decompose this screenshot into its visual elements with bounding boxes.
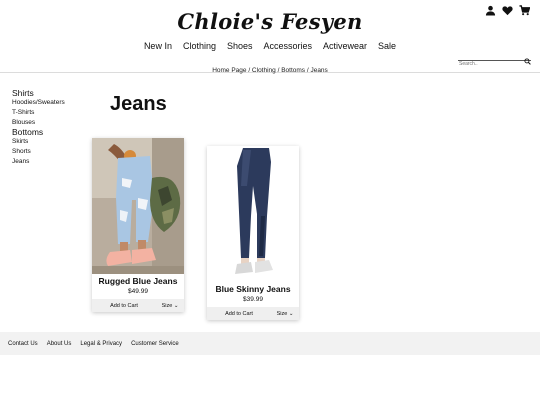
sidebar-item-shorts[interactable]: Shorts — [12, 147, 92, 157]
site-footer: Contact Us About Us Legal & Privacy Cust… — [0, 332, 540, 355]
breadcrumb[interactable]: Home Page / Clothing / Bottoms / Jeans — [0, 67, 540, 74]
footer-link-customer-service[interactable]: Customer Service — [131, 341, 179, 347]
size-select[interactable]: Size ⌄ — [271, 311, 299, 317]
nav-item-accessories[interactable]: Accessories — [264, 41, 313, 51]
product-actions: Add to Cart Size ⌄ — [92, 299, 184, 312]
main-nav: New In Clothing Shoes Accessories Active… — [0, 41, 540, 51]
search-bar — [458, 52, 531, 68]
nav-item-clothing[interactable]: Clothing — [183, 41, 216, 51]
footer-link-contact-us[interactable]: Contact Us — [8, 341, 38, 347]
product-price: $49.99 — [128, 288, 148, 295]
sidebar-category-bottoms[interactable]: Bottoms — [12, 127, 92, 137]
sidebar-item-hoodies-sweaters[interactable]: Hoodies/Sweaters — [12, 98, 92, 108]
site-header: Chloie's Fesyen New In Clothing Shoes Ac… — [0, 0, 540, 74]
sidebar-category-shirts[interactable]: Shirts — [12, 88, 92, 98]
search-icon[interactable] — [524, 52, 531, 65]
chevron-down-icon: ⌄ — [173, 302, 179, 309]
sidebar-item-t-shirts[interactable]: T-Shirts — [12, 108, 92, 118]
size-select[interactable]: Size ⌄ — [156, 303, 184, 309]
header-icons — [485, 5, 530, 16]
product-name[interactable]: Blue Skinny Jeans — [207, 284, 299, 294]
footer-link-about-us[interactable]: About Us — [47, 341, 72, 347]
sidebar-item-blouses[interactable]: Blouses — [12, 118, 92, 128]
product-name[interactable]: Rugged Blue Jeans — [92, 276, 184, 286]
page-title: Jeans — [110, 93, 167, 115]
size-label: Size — [161, 302, 173, 309]
product-image[interactable] — [207, 146, 299, 282]
category-sidebar: Shirts Hoodies/Sweaters T-Shirts Blouses… — [12, 88, 92, 167]
footer-link-legal-privacy[interactable]: Legal & Privacy — [80, 341, 122, 347]
nav-item-new-in[interactable]: New In — [144, 41, 172, 51]
product-card[interactable]: Rugged Blue Jeans $49.99 Add to Cart Siz… — [92, 138, 184, 312]
chevron-down-icon: ⌄ — [288, 310, 294, 317]
user-icon[interactable] — [485, 5, 496, 16]
heart-icon[interactable] — [502, 5, 513, 16]
nav-item-shoes[interactable]: Shoes — [227, 41, 253, 51]
product-actions: Add to Cart Size ⌄ — [207, 307, 299, 320]
nav-item-sale[interactable]: Sale — [378, 41, 396, 51]
add-to-cart-button[interactable]: Add to Cart — [207, 311, 271, 317]
size-label: Size — [276, 310, 288, 317]
product-price: $39.99 — [243, 296, 263, 303]
product-image[interactable] — [92, 138, 184, 274]
nav-item-activewear[interactable]: Activewear — [323, 41, 367, 51]
sidebar-item-skirts[interactable]: Skirts — [12, 137, 92, 147]
sidebar-item-jeans[interactable]: Jeans — [12, 157, 92, 167]
site-logo[interactable]: Chloie's Fesyen — [0, 9, 540, 34]
product-card[interactable]: Blue Skinny Jeans $39.99 Add to Cart Siz… — [207, 146, 299, 320]
cart-icon[interactable] — [519, 5, 530, 16]
add-to-cart-button[interactable]: Add to Cart — [92, 303, 156, 309]
